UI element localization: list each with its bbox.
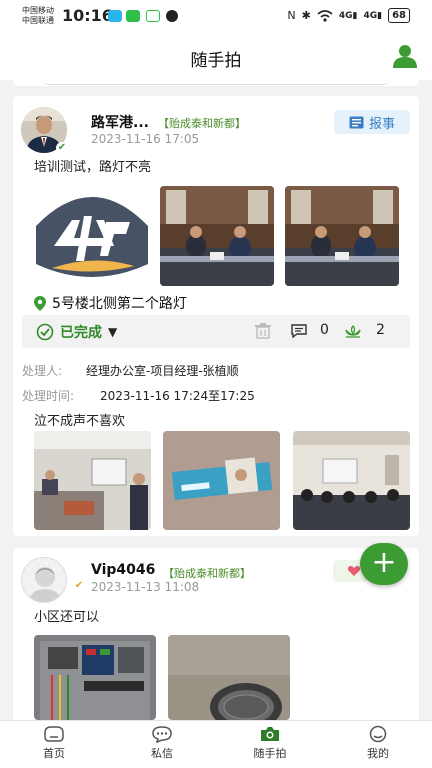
report-button[interactable]: 报事	[334, 110, 410, 134]
post-photo[interactable]	[34, 186, 151, 286]
post-photo[interactable]	[168, 635, 290, 720]
location-pin-icon	[34, 295, 46, 311]
status-bar: 中国移动 中国联通 10:16 N ✱ 4G▮ 4G▮ 68	[0, 0, 432, 34]
bluetooth-icon: ✱	[301, 9, 311, 22]
check-circle-icon	[36, 323, 54, 341]
wechat-icon	[126, 10, 140, 22]
location-text: 5号楼北侧第二个路灯	[52, 296, 187, 312]
carrier-1: 中国移动	[22, 6, 54, 15]
status-indicators: N ✱ 4G▮ 4G▮ 68	[287, 8, 410, 23]
post-action-bar: 已完成 ▼ 0 2	[22, 315, 410, 348]
heart-icon	[347, 566, 361, 576]
handling-photo[interactable]	[163, 431, 280, 530]
chevron-down-icon: ▼	[108, 325, 118, 339]
post-timestamp: 2023-11-13 11:08	[91, 580, 200, 594]
like-count: 2	[376, 322, 385, 338]
plus-icon: +	[371, 545, 397, 580]
nfc-icon: N	[287, 9, 296, 22]
verified-badge-icon: ✔	[56, 142, 68, 154]
report-icon	[349, 116, 364, 128]
status-dropdown[interactable]: 已完成 ▼	[36, 322, 117, 342]
handle-time-value: 2023-11-16 17:24至17:25	[100, 389, 255, 403]
status-label: 已完成	[60, 325, 102, 341]
report-label: 报事	[368, 116, 395, 132]
signal-2-icon: 4G▮	[363, 10, 383, 21]
post-photo[interactable]	[285, 186, 399, 286]
chat-icon	[146, 10, 160, 22]
trash-icon[interactable]	[254, 323, 272, 339]
app-notification-icon	[108, 10, 122, 22]
page-title: 随手拍	[190, 51, 242, 71]
signal-1-icon: 4G▮	[338, 10, 358, 21]
post-community: 【贻成泰和新都】	[163, 567, 251, 580]
tab-snapshot-label: 随手拍	[253, 747, 287, 760]
tab-messages-label: 私信	[151, 747, 173, 760]
wifi-icon	[317, 9, 333, 22]
add-post-button[interactable]: +	[360, 543, 408, 585]
clock: 10:16	[62, 6, 113, 25]
message-icon	[152, 726, 172, 743]
carrier-info: 中国移动 中国联通	[22, 6, 54, 26]
avatar[interactable]	[21, 557, 67, 603]
handler-label: 处理人:	[22, 364, 63, 378]
tab-mine[interactable]: 我的	[348, 725, 408, 761]
verified-badge-icon: ✔	[73, 580, 85, 592]
carrier-2: 中国联通	[22, 16, 54, 25]
post-community: 【贻成泰和新都】	[158, 117, 246, 130]
comment-count: 0	[320, 322, 329, 338]
post-text: 培训测试，路灯不亮	[34, 160, 152, 175]
like-icon[interactable]	[344, 323, 362, 339]
home-icon	[44, 726, 64, 742]
handle-time-label: 处理时间:	[22, 389, 75, 403]
tab-home-label: 首页	[43, 747, 65, 760]
post-photo[interactable]	[160, 186, 274, 286]
post-author-name[interactable]: 路军港...	[91, 112, 149, 132]
post-author-name[interactable]: Vip4046	[91, 562, 155, 578]
post-photo[interactable]	[34, 635, 156, 720]
post-location: 5号楼北侧第二个路灯	[34, 293, 187, 313]
person-icon[interactable]	[392, 44, 418, 68]
tab-home[interactable]: 首页	[24, 725, 84, 761]
tab-messages[interactable]: 私信	[132, 725, 192, 761]
app-header: 随手拍	[0, 34, 432, 80]
qq-icon	[166, 10, 178, 22]
profile-icon	[369, 725, 387, 743]
handler-value: 经理办公室-项目经理-张植顺	[86, 364, 239, 378]
handling-photo[interactable]	[293, 431, 410, 530]
tab-snapshot[interactable]: 随手拍	[240, 725, 300, 761]
handle-note: 泣不成声不喜欢	[34, 414, 126, 429]
handling-photo[interactable]	[34, 431, 151, 530]
tab-mine-label: 我的	[367, 747, 389, 760]
camera-icon	[261, 727, 279, 741]
bottom-tab-bar: 首页 私信 随手拍 我的	[0, 720, 432, 768]
battery-icon: 68	[388, 8, 410, 23]
post-timestamp: 2023-11-16 17:05	[91, 132, 200, 146]
previous-card-edge	[13, 80, 419, 86]
post-text: 小区还可以	[34, 610, 100, 625]
comment-icon[interactable]	[290, 323, 308, 339]
